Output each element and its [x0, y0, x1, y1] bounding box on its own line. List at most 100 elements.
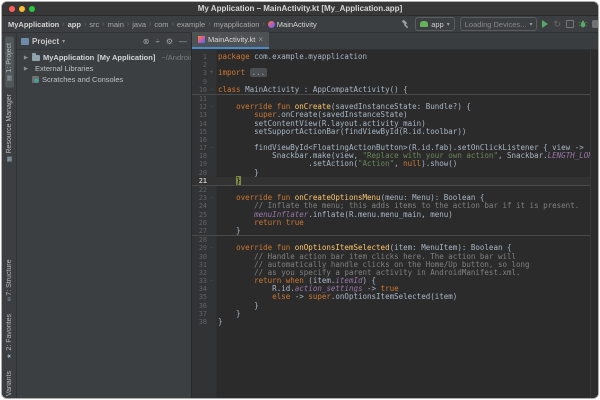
- build-hammer-icon[interactable]: [401, 20, 410, 29]
- breadcrumb-item[interactable]: src: [89, 20, 99, 29]
- close-tab-icon[interactable]: ×: [258, 35, 263, 44]
- device-select[interactable]: Loading Devices... ▾: [460, 17, 538, 31]
- tree-row[interactable]: ▶MyApplication [My Application]~/Android: [17, 52, 191, 63]
- fold-marker-icon[interactable]: -: [207, 86, 216, 94]
- line-number[interactable]: 23: [192, 194, 207, 202]
- fold-marker-icon[interactable]: -: [207, 244, 216, 252]
- line-number[interactable]: 37: [192, 310, 207, 318]
- hide-panel-icon[interactable]: —: [179, 37, 187, 46]
- code-line[interactable]: 26 return true: [192, 219, 598, 227]
- line-number[interactable]: 16: [192, 136, 207, 144]
- apply-code-changes-icon[interactable]: [566, 20, 574, 28]
- line-number[interactable]: 27: [192, 227, 207, 235]
- collapse-all-icon[interactable]: ÷: [155, 37, 159, 46]
- line-number[interactable]: 2: [192, 61, 207, 69]
- line-number[interactable]: 3: [192, 69, 207, 77]
- line-number[interactable]: 22: [192, 186, 207, 194]
- project-panel-title[interactable]: Project: [32, 37, 59, 46]
- line-number[interactable]: 24: [192, 202, 207, 210]
- line-number[interactable]: 15: [192, 128, 207, 136]
- gear-icon[interactable]: ⚙: [166, 37, 173, 46]
- line-number[interactable]: 34: [192, 285, 207, 293]
- breadcrumb-item[interactable]: example: [177, 20, 205, 29]
- code-line[interactable]: 15 setSupportActionBar(findViewById(R.id…: [192, 128, 598, 136]
- line-number[interactable]: 21: [192, 177, 207, 185]
- breadcrumb-item[interactable]: com: [154, 20, 168, 29]
- expand-chevron-icon[interactable]: ▶: [23, 55, 29, 61]
- fold-marker-icon[interactable]: -: [207, 194, 216, 202]
- line-number[interactable]: 36: [192, 302, 207, 310]
- breadcrumb-item[interactable]: java: [132, 20, 146, 29]
- folded-imports-chip[interactable]: ...: [250, 68, 268, 77]
- line-number[interactable]: 13: [192, 111, 207, 119]
- fold-gutter: [207, 120, 216, 128]
- apply-changes-icon[interactable]: ↻: [553, 20, 561, 29]
- editor-scrollbar[interactable]: [590, 50, 598, 398]
- breadcrumb-item[interactable]: app: [68, 20, 81, 29]
- kotlin-file-icon: [198, 36, 205, 43]
- line-number[interactable]: 17: [192, 144, 207, 152]
- breadcrumb-item[interactable]: main: [108, 20, 124, 29]
- tool-window-button--favorites[interactable]: ★2: Favorites: [5, 308, 14, 366]
- code-line[interactable]: 38}: [192, 318, 598, 326]
- profiler-icon-partial[interactable]: [592, 20, 599, 28]
- fold-marker-icon[interactable]: -: [207, 103, 216, 111]
- code-line[interactable]: 10-class MainActivity : AppCompatActivit…: [192, 86, 598, 94]
- run-configuration-select[interactable]: app ▾: [415, 17, 455, 31]
- line-number[interactable]: 20: [192, 169, 207, 177]
- breadcrumb-separator: ›: [172, 21, 174, 28]
- line-number[interactable]: 38: [192, 318, 207, 326]
- code-token: import: [218, 68, 245, 77]
- code-line[interactable]: 20 }: [192, 169, 598, 177]
- code-line[interactable]: 36 }: [192, 302, 598, 310]
- line-number[interactable]: 35: [192, 293, 207, 301]
- line-number[interactable]: 28: [192, 236, 207, 244]
- fold-marker-icon[interactable]: -: [207, 144, 216, 152]
- android-studio-window: My Application – MainActivity.kt [My_App…: [1, 1, 599, 399]
- tab-mainactivity[interactable]: MainActivity.kt ×: [192, 32, 269, 49]
- code-editor[interactable]: 1package com.example.myapplication23+imp…: [192, 50, 598, 398]
- fold-gutter: [207, 261, 216, 269]
- line-number[interactable]: 33: [192, 277, 207, 285]
- run-play-icon[interactable]: [542, 20, 548, 28]
- tool-window-button-build-variants[interactable]: Build Variants: [5, 365, 14, 398]
- code-line[interactable]: 27 }: [192, 227, 598, 235]
- line-number[interactable]: 31: [192, 261, 207, 269]
- line-number[interactable]: 1: [192, 53, 207, 61]
- code-line[interactable]: 37 }: [192, 310, 598, 318]
- line-number[interactable]: 32: [192, 269, 207, 277]
- tree-row[interactable]: ▶External Libraries: [17, 63, 191, 74]
- tab-label: MainActivity.kt: [208, 35, 255, 44]
- tree-row[interactable]: Scratches and Consoles: [17, 74, 191, 85]
- device-select-label: Loading Devices...: [465, 20, 527, 29]
- fold-marker-icon[interactable]: -: [207, 277, 216, 285]
- line-number[interactable]: 10: [192, 86, 207, 94]
- code-line[interactable]: 3+import ...: [192, 69, 598, 77]
- code-token: return: [254, 218, 281, 227]
- line-number[interactable]: 26: [192, 219, 207, 227]
- breadcrumb-item[interactable]: MyApplication: [8, 20, 59, 29]
- tool-window-button--structure[interactable]: ≡7: Structure: [5, 254, 14, 308]
- chevron-down-icon[interactable]: ▾: [62, 38, 65, 45]
- fold-marker-icon[interactable]: +: [207, 69, 216, 77]
- line-number[interactable]: 29: [192, 244, 207, 252]
- line-number[interactable]: 14: [192, 120, 207, 128]
- tool-window-button--project[interactable]: ▤1: Project: [5, 37, 14, 88]
- tool-window-button-resource-manager[interactable]: ▦Resource Manager: [5, 88, 14, 169]
- line-number[interactable]: 18: [192, 152, 207, 160]
- breadcrumb-item[interactable]: MainActivity: [268, 20, 317, 29]
- chevron-down-icon: ▾: [529, 21, 532, 28]
- line-number[interactable]: 12: [192, 103, 207, 111]
- breadcrumb-item[interactable]: myapplication: [214, 20, 260, 29]
- line-number[interactable]: 11: [192, 95, 207, 103]
- code-line[interactable]: 21 }: [192, 177, 598, 185]
- code-line[interactable]: 1package com.example.myapplication: [192, 53, 598, 61]
- line-number[interactable]: 9: [192, 78, 207, 86]
- line-number[interactable]: 30: [192, 253, 207, 261]
- locate-file-icon[interactable]: ⊗: [143, 37, 150, 46]
- line-number[interactable]: 19: [192, 160, 207, 168]
- expand-chevron-icon[interactable]: ▶: [23, 66, 29, 72]
- line-number[interactable]: 25: [192, 211, 207, 219]
- debug-bug-icon[interactable]: [579, 20, 587, 28]
- code-token: true: [286, 218, 304, 227]
